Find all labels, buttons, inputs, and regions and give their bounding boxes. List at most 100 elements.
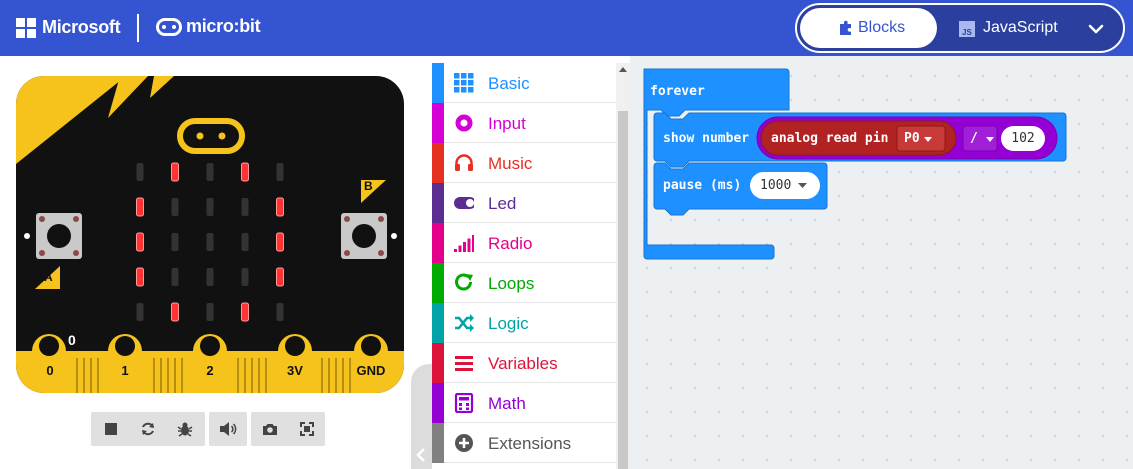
- chevron-down-icon[interactable]: [1083, 17, 1109, 41]
- category-color-bar: [432, 343, 444, 383]
- led: [276, 163, 284, 181]
- edge-connector-finger: [265, 358, 267, 393]
- pin-dropdown[interactable]: P0: [904, 131, 920, 146]
- pin-label: 0: [46, 363, 54, 378]
- collapse-simulator-button[interactable]: [411, 364, 432, 469]
- microsoft-logo-icon[interactable]: [16, 18, 36, 38]
- simulator-panel: A B 0 0 1 2 3V GND: [0, 56, 432, 469]
- list-lines-icon: [455, 356, 473, 371]
- analog-read-pin-label: analog read pin: [771, 131, 889, 146]
- toolbox-item-extensions[interactable]: Extensions: [432, 423, 616, 463]
- edge-connector-finger: [83, 358, 85, 393]
- operator-label: /: [970, 131, 978, 146]
- led: [241, 302, 249, 322]
- blocks-mode-button[interactable]: Blocks: [800, 8, 937, 48]
- toolbox-item-loops[interactable]: Loops: [432, 263, 616, 303]
- category-color-bar: [432, 143, 444, 183]
- toolbox-item-variables[interactable]: Variables: [432, 343, 616, 383]
- toolbox-item-label: Logic: [488, 314, 529, 333]
- toolbox-item-math[interactable]: Math: [432, 383, 616, 423]
- toolbox-item-label: Extensions: [488, 434, 572, 453]
- toolbox-item-label: Radio: [488, 234, 533, 253]
- screenshot-button[interactable]: [252, 412, 288, 446]
- toolbox-item-logic[interactable]: Logic: [432, 303, 616, 343]
- divisor-input[interactable]: 102: [1008, 131, 1038, 146]
- toolbox-item-input[interactable]: Input: [432, 103, 616, 143]
- mute-button[interactable]: [210, 412, 246, 446]
- edge-connector-finger: [342, 358, 344, 393]
- edge-connector-finger: [174, 358, 176, 393]
- led: [206, 198, 214, 216]
- button-a-label: A: [44, 270, 53, 284]
- led: [171, 233, 179, 251]
- toolbox-item-led[interactable]: Led: [432, 183, 616, 223]
- headphones-icon: [455, 154, 473, 171]
- operator-dropdown[interactable]: [962, 125, 998, 152]
- toolbox-item-label: Input: [488, 114, 526, 133]
- fullscreen-button[interactable]: [289, 412, 325, 446]
- stop-button[interactable]: [93, 412, 129, 446]
- microbit-logo-icon[interactable]: [156, 18, 182, 36]
- led: [241, 268, 249, 286]
- edge-connector-finger: [90, 358, 92, 393]
- toolbox-scrollbar-thumb[interactable]: [618, 111, 628, 469]
- edge-connector-finger: [237, 358, 239, 393]
- category-color-bar: [432, 423, 444, 463]
- toggle-icon: [454, 197, 474, 209]
- pin-label: 2: [206, 363, 214, 378]
- edge-connector-finger: [328, 358, 330, 393]
- led: [171, 302, 179, 322]
- button-a[interactable]: [36, 213, 82, 259]
- product-name[interactable]: micro:bit: [186, 16, 261, 37]
- led: [241, 162, 249, 182]
- edge-connector-finger: [258, 358, 260, 393]
- led: [171, 198, 179, 216]
- scroll-up-arrow-icon[interactable]: [619, 67, 627, 72]
- button-b[interactable]: [341, 213, 387, 259]
- toolbox-item-music[interactable]: Music: [432, 143, 616, 183]
- category-color-bar: [432, 263, 444, 303]
- button-b-label: B: [364, 179, 373, 193]
- blocks-canvas: [643, 68, 1067, 260]
- input-target-icon: [455, 114, 473, 132]
- editor-mode-toggle: Blocks JS JavaScript: [795, 3, 1125, 53]
- brand-name[interactable]: Microsoft: [42, 17, 121, 38]
- toolbox-item-label: Math: [488, 394, 526, 413]
- category-color-bar: [432, 303, 444, 343]
- sim-controls-group: [91, 412, 205, 446]
- debug-button[interactable]: [167, 412, 203, 446]
- toolbox-item-label: Music: [488, 154, 533, 173]
- plus-circle-icon: [455, 434, 473, 452]
- toolbox-item-basic[interactable]: Basic: [432, 63, 616, 103]
- edge-connector-finger: [160, 358, 162, 393]
- pause-label: pause (ms): [663, 178, 742, 193]
- pin-label: 1: [121, 363, 129, 378]
- header-divider: [137, 14, 139, 42]
- edge-connector-finger: [181, 358, 183, 393]
- restart-button[interactable]: [130, 412, 166, 446]
- pin-label: 3V: [287, 363, 303, 378]
- category-color-bar: [432, 223, 444, 263]
- toolbox-item-label: Led: [488, 194, 517, 213]
- led: [206, 233, 214, 251]
- edge-connector-finger: [349, 358, 351, 393]
- pin-label: GND: [356, 363, 386, 378]
- forever-label: forever: [650, 84, 705, 99]
- pause-value-input[interactable]: 1000: [760, 178, 791, 193]
- led: [136, 267, 144, 287]
- javascript-mode-label: JavaScript: [983, 19, 1058, 36]
- javascript-mode-button[interactable]: JS JavaScript: [947, 8, 1072, 48]
- calculator-icon: [454, 393, 474, 413]
- show-number-label: show number: [663, 131, 750, 146]
- toolbox-scrollbar[interactable]: [616, 63, 630, 469]
- led: [136, 163, 144, 181]
- toolbox-item-radio[interactable]: Radio: [432, 223, 616, 263]
- puzzle-icon: [840, 20, 851, 35]
- blocks-workspace[interactable]: forever show number analog read pin P0 /…: [630, 56, 1133, 469]
- led: [171, 268, 179, 286]
- signal-bars-icon: [454, 235, 474, 252]
- edge-connector-finger: [321, 358, 323, 393]
- mute-group: [209, 412, 247, 446]
- led: [276, 232, 284, 252]
- led: [136, 303, 144, 321]
